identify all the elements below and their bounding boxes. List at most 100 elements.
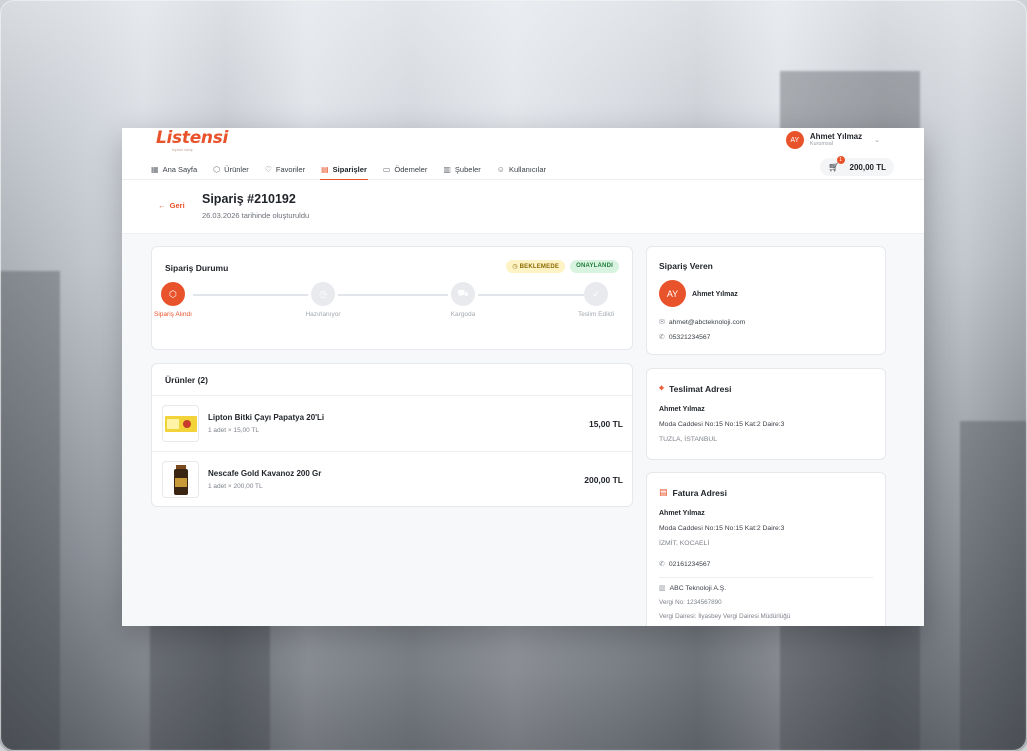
orderer-title: Sipariş Veren [659,261,713,271]
coffee-jar-icon [173,464,188,495]
shipping-address-card: ⌖ Teslimat Adresi Ahmet Yılmaz Moda Cadde… [646,368,886,460]
step-label: Teslim Edildi [577,311,615,318]
order-progress-steps: ⬡ Sipariş Alındı ◷ Hazırlanıyor ⛟ Kargod… [154,282,616,332]
page-title: Sipariş #210192 [202,192,296,206]
box-icon: ⬡ [213,165,221,174]
product-name: Nescafe Gold Kavanoz 200 Gr [208,469,322,478]
products-card: Ürünler (2) Lipton Bitki Çayı Papatya 20… [151,363,633,507]
brand-tagline: toptan satış [172,147,193,152]
nav-item-home[interactable]: ▦ Ana Sayfa [150,159,198,180]
step-label: Kargoda [450,311,476,318]
user-info: Ahmet Yılmaz Kurumsal [810,132,862,148]
truck-icon: ⛟ [451,282,475,306]
back-button[interactable]: ← Geri [158,201,185,210]
brand-logo[interactable]: Listensi [156,128,228,148]
product-price: 15,00 TL [588,419,623,429]
shipping-title: ⌖ Teslimat Adresi [659,383,731,394]
product-meta: 1 adet × 15,00 TL [208,427,260,434]
list-item[interactable]: Lipton Bitki Çayı Papatya 20'Li 1 adet ×… [152,395,632,451]
pending-label: BEKLEMEDE [519,264,560,270]
list-item[interactable]: Nescafe Gold Kavanoz 200 Gr 1 adet × 200… [152,451,632,507]
card-icon: ▭ [382,165,391,174]
document-icon: ▤ [659,487,668,497]
orderer-card: Sipariş Veren AY Ahmet Yılmaz ✉ ahmet@abc… [646,246,886,355]
nav-label: Siparişler [332,165,367,174]
main-nav: ▦ Ana Sayfa ⬡ Ürünler ♡ Favoriler ▤ Siparişl… [150,159,547,180]
orderer-title-text: Sipariş Veren [659,261,713,271]
nav-item-orders[interactable]: ▤ Siparişler [320,159,368,180]
orderer-name: Ahmet Yılmaz [692,291,738,298]
orderer-phone[interactable]: ✆ 05321234567 [659,333,710,341]
cart-total: 200,00 TL [849,162,886,172]
tea-box-icon [164,415,197,432]
avatar: AY [785,131,804,149]
nav-item-products[interactable]: ⬡ Ürünler [212,159,250,180]
billing-city: İZMİT, KOCAELİ [659,540,710,547]
shipping-city: TUZLA, İSTANBUL [659,436,718,443]
step-delivered: ✓ Teslim Edildi [566,282,626,319]
company-text: ABC Teknoloji A.Ş. [669,585,727,592]
billing-title: ▤ Fatura Adresi [659,487,727,498]
billing-tax-no: Vergi No: 1234567890 [659,599,722,606]
cart-icon: 🛒︎ 1 [828,155,845,173]
building-icon: ▥ [659,585,666,592]
arrow-left-icon: ← [158,201,170,210]
page-subtitle: 26.03.2026 tarihinde oluşturuldu [202,211,310,220]
step-received: ⬡ Sipariş Alındı [143,282,203,319]
nav-label: Ödemeler [394,165,428,174]
orderer-email[interactable]: ✉ ahmet@abcteknoloji.com [659,318,745,326]
top-header: Listensi toptan satış AY Ahmet Yılmaz Ku… [122,128,924,180]
billing-address: Moda Caddesi No:15 No:15 Kat:2 Daire:3 [659,525,785,532]
email-text: ahmet@abcteknoloji.com [668,319,746,326]
nav-label: Ürünler [224,165,249,174]
step-connector [338,294,448,296]
user-name: Ahmet Yılmaz [809,132,863,141]
step-label: Hazırlanıyor [305,311,341,318]
products-title: Ürünler (2) [165,375,208,385]
billing-address-card: ▤ Fatura Adresi Ahmet Yılmaz Moda Caddesi… [646,472,886,626]
nav-label: Şubeler [454,165,481,174]
nav-item-users[interactable]: ☺ Kullanıcılar [496,159,547,180]
nav-item-favorites[interactable]: ♡ Favoriler [264,159,306,180]
clock-icon: ◷ [512,264,520,270]
nav-label: Favoriler [275,165,306,174]
order-status-card: Sipariş Durumu ◷ BEKLEMEDE ONAYLANDI ⬡ S… [151,246,633,350]
user-menu[interactable]: AY Ahmet Yılmaz Kurumsal ⌄ [785,131,880,149]
nav-label: Ana Sayfa [162,165,198,174]
avatar: AY [659,280,686,307]
billing-phone[interactable]: ✆ 02161234567 [659,560,710,568]
billing-company: ▥ ABC Teknoloji A.Ş. [659,584,726,592]
users-icon: ☺ [496,165,505,174]
phone-icon: ✆ [659,334,665,341]
product-image [162,405,199,442]
page-header: Sipariş #210192 26.03.2026 tarihinde olu… [122,180,924,234]
step-label: Sipariş Alındı [154,311,192,318]
mail-icon: ✉ [659,319,665,326]
nav-item-payments[interactable]: ▭ Ödemeler [382,159,429,180]
phone-icon: ✆ [659,561,665,568]
status-badges: ◷ BEKLEMEDE ONAYLANDI [506,260,619,273]
grid-icon: ▦ [151,165,159,174]
nav-item-branches[interactable]: ▥ Şubeler [442,159,481,180]
phone-text: 05321234567 [668,334,711,341]
back-label: Geri [169,201,185,210]
map-pin-icon: ⌖ [659,383,665,393]
status-badge-pending: ◷ BEKLEMEDE [506,260,566,273]
chevron-down-icon: ⌄ [874,137,880,144]
app-window: Listensi toptan satış AY Ahmet Yılmaz Ku… [122,128,924,626]
billing-title-text: Fatura Adresi [672,487,727,498]
step-shipping: ⛟ Kargoda [433,282,493,319]
check-circle-icon: ✓ [584,282,608,306]
status-title: Sipariş Durumu [165,263,229,273]
billing-name: Ahmet Yılmaz [659,510,705,517]
building-icon: ▥ [443,165,451,174]
heart-icon: ♡ [264,165,272,174]
cart-button[interactable]: 🛒︎ 1 200,00 TL [820,155,894,176]
divider [659,577,873,578]
cart-count-badge: 1 [836,155,845,164]
nav-label: Kullanıcılar [508,165,547,174]
shipping-title-text: Teslimat Adresi [669,383,732,394]
package-icon: ⬡ [161,282,185,306]
user-role: Kurumsal [809,141,834,147]
clipboard-icon: ▤ [321,165,329,174]
